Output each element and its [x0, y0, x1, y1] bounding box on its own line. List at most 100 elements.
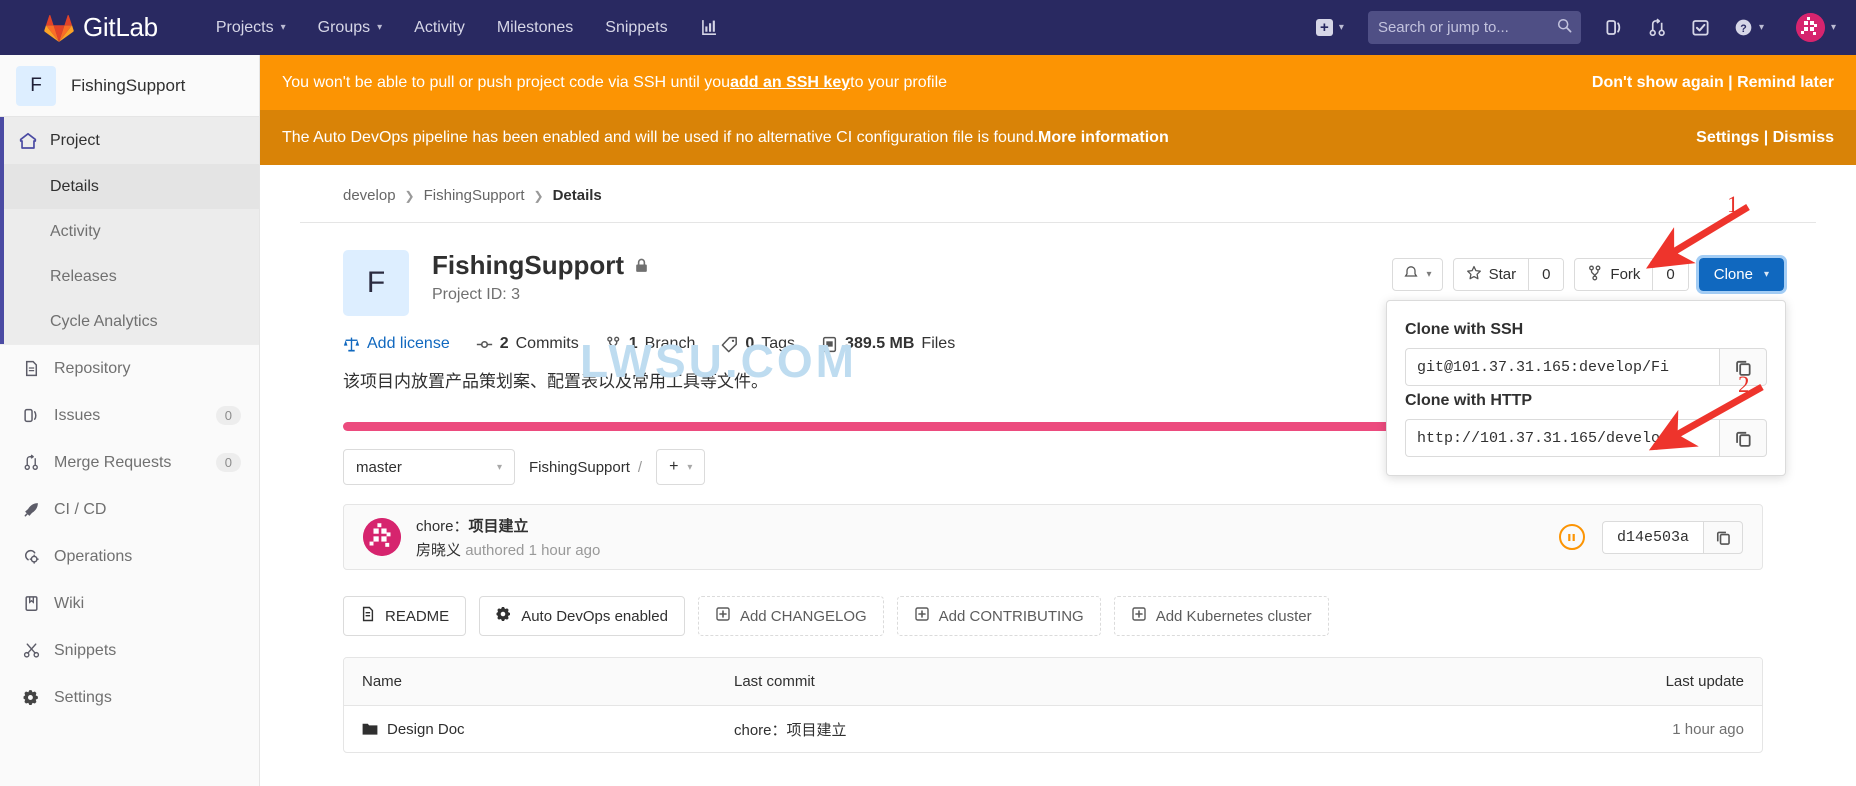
path-separator: / — [637, 458, 643, 476]
sidebar-item-wiki[interactable]: Wiki — [0, 580, 259, 627]
nav-item-snippets[interactable]: Snippets — [589, 0, 683, 55]
breadcrumb-item-project[interactable]: FishingSupport — [424, 187, 525, 204]
column-header-name: Name — [362, 673, 403, 690]
sidebar-item-ci-cd[interactable]: CI / CD — [0, 486, 259, 533]
ssh-alert-link[interactable]: add an SSH key — [730, 74, 850, 92]
nav-item-activity[interactable]: Activity — [398, 0, 481, 55]
sidebar-item-releases[interactable]: Releases — [4, 254, 259, 299]
annotation-number-1: 1 — [1727, 192, 1739, 217]
file-last-commit-cell[interactable]: chore：项目建立 — [734, 719, 1602, 740]
fork-icon — [1587, 265, 1603, 285]
devops-alert-link[interactable]: More information — [1038, 129, 1169, 147]
sidebar-item-issues[interactable]: Issues 0 — [0, 392, 259, 439]
nav-item-chart[interactable] — [684, 0, 733, 55]
user-menu-button[interactable]: ▾ — [1778, 5, 1838, 50]
ssh-alert-text-after: to your profile — [850, 73, 948, 91]
help-nav-button[interactable]: ? ▾ — [1724, 10, 1774, 45]
nav-item-groups[interactable]: Groups ▾ — [302, 0, 399, 55]
todos-nav-button[interactable] — [1681, 10, 1720, 45]
nav-item-projects[interactable]: Projects ▾ — [200, 0, 302, 55]
file-name-cell[interactable]: Design Doc — [344, 721, 734, 738]
breadcrumb-item-develop[interactable]: develop — [343, 187, 396, 204]
star-button[interactable]: Star 0 — [1452, 258, 1565, 291]
page-title: FishingSupport — [432, 250, 649, 281]
readme-button[interactable]: README — [343, 596, 467, 636]
files-label: Files — [921, 335, 956, 352]
clone-button[interactable]: Clone ▾ — [1695, 255, 1788, 294]
add-contributing-button[interactable]: Add CONTRIBUTING — [896, 596, 1101, 636]
add-contributing-label: Add CONTRIBUTING — [938, 607, 1084, 625]
column-header-last-update: Last update — [1665, 673, 1744, 690]
chevron-down-icon: ▾ — [377, 22, 383, 33]
devops-alert-actions[interactable]: Settings | Dismiss — [1696, 129, 1834, 147]
copy-sha-button[interactable] — [1703, 520, 1743, 554]
ssh-alert-text-before: You won't be able to pull or push projec… — [282, 73, 731, 91]
auto-devops-button[interactable]: Auto DevOps enabled — [479, 596, 685, 636]
new-item-button[interactable]: + ▾ — [1306, 11, 1354, 44]
sidebar-item-snippets[interactable]: Snippets — [0, 627, 259, 674]
sidebar-item-settings[interactable]: Settings — [0, 674, 259, 721]
auto-devops-label: Auto DevOps enabled — [521, 607, 668, 625]
commit-author-name[interactable]: 房晓义 — [416, 542, 461, 559]
branch-select[interactable]: master ▾ — [343, 449, 515, 485]
repo-path-root[interactable]: FishingSupport — [529, 459, 630, 476]
tags-count: 0 — [745, 335, 755, 352]
sidebar-item-issues-label: Issues — [54, 406, 101, 424]
sidebar-item-merge-requests[interactable]: Merge Requests 0 — [0, 439, 259, 486]
avatar — [1795, 13, 1825, 42]
chevron-down-icon: ▾ — [496, 461, 502, 473]
sidebar-item-operations[interactable]: Operations — [0, 533, 259, 580]
sidebar-item-repository[interactable]: Repository — [0, 345, 259, 392]
merge-requests-icon — [1649, 18, 1665, 37]
bell-icon — [1403, 265, 1419, 285]
file-last-update-cell: 1 hour ago — [1672, 720, 1744, 738]
nav-item-milestones[interactable]: Milestones — [481, 0, 589, 55]
sidebar-group-project: Project Details Activity Releases Cycle … — [0, 117, 259, 344]
fork-button[interactable]: Fork 0 — [1574, 258, 1689, 291]
gitlab-logo[interactable]: GitLab — [44, 12, 158, 43]
files-stat[interactable]: 389.5 MB Files — [821, 335, 955, 353]
search-input[interactable] — [1377, 19, 1571, 36]
ssh-alert-actions[interactable]: Don't show again | Remind later — [1592, 74, 1834, 92]
clone-ssh-label: Clone with SSH — [1405, 321, 1524, 338]
file-table-header: Name Last commit Last update — [344, 658, 1762, 706]
commit-sha[interactable]: d14e503a — [1601, 520, 1703, 554]
search-box[interactable] — [1367, 11, 1581, 44]
copy-http-button[interactable] — [1719, 419, 1767, 457]
sidebar-item-project[interactable]: Project — [4, 117, 259, 164]
add-license-link[interactable]: Add license — [343, 335, 450, 353]
merge-requests-nav-button[interactable] — [1638, 10, 1677, 45]
commits-stat[interactable]: 2 Commits — [476, 335, 579, 353]
sidebar-item-cycle-analytics[interactable]: Cycle Analytics — [4, 299, 259, 344]
plus-square-icon — [715, 606, 731, 626]
nav-activity-label: Activity — [414, 18, 465, 36]
branches-stat[interactable]: 1 Branch — [605, 335, 695, 353]
commit-icon — [476, 336, 493, 353]
pipeline-pending-icon[interactable] — [1558, 524, 1585, 550]
sidebar-item-details[interactable]: Details — [4, 164, 259, 209]
notification-button[interactable]: ▾ — [1391, 258, 1443, 291]
clone-http-input[interactable]: http://101.37.31.165/develop — [1405, 419, 1719, 457]
clone-ssh-row: git@101.37.31.165:develop/Fi — [1405, 348, 1767, 386]
table-row[interactable]: Design Doc chore：项目建立 1 hour ago — [344, 706, 1762, 752]
merge-requests-count-badge: 0 — [215, 453, 241, 472]
clone-ssh-input[interactable]: git@101.37.31.165:develop/Fi — [1405, 348, 1719, 386]
sidebar-item-ci-cd-label: CI / CD — [54, 500, 107, 518]
tags-stat[interactable]: 0 Tags — [721, 335, 795, 353]
add-to-tree-button[interactable]: + ▾ — [656, 449, 706, 485]
chevron-down-icon: ▾ — [280, 22, 286, 33]
chevron-down-icon: ▾ — [1763, 269, 1769, 280]
sidebar-project-header[interactable]: F FishingSupport — [0, 55, 259, 117]
home-icon — [18, 132, 37, 150]
breadcrumb-item-details[interactable]: Details — [553, 187, 602, 204]
sidebar-item-activity[interactable]: Activity — [4, 209, 259, 254]
branch-icon — [605, 336, 622, 353]
sidebar-item-repository-label: Repository — [54, 359, 131, 377]
issues-nav-button[interactable] — [1595, 10, 1634, 45]
add-kubernetes-cluster-button[interactable]: Add Kubernetes cluster — [1113, 596, 1329, 636]
auto-devops-alert: The Auto DevOps pipeline has been enable… — [260, 110, 1856, 165]
sidebar-item-wiki-label: Wiki — [54, 594, 85, 612]
commit-message[interactable]: chore：项目建立 — [416, 515, 600, 536]
issues-icon — [1606, 20, 1621, 35]
add-changelog-button[interactable]: Add CHANGELOG — [697, 596, 884, 636]
